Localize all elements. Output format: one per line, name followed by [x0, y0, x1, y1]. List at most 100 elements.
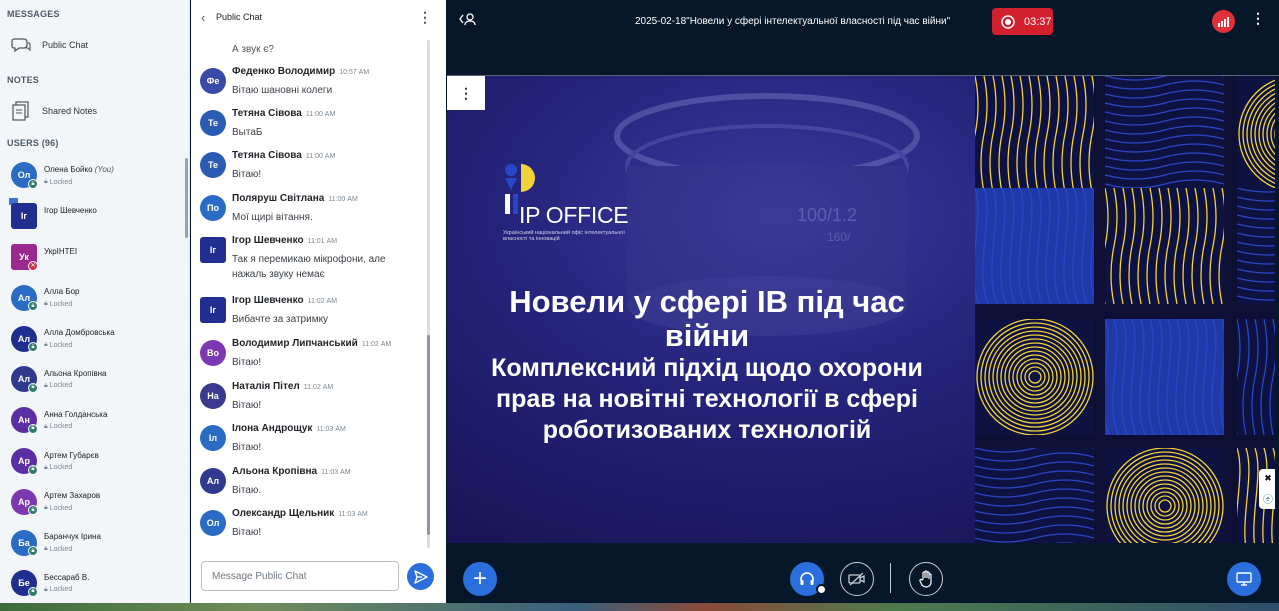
presentation-slide: 100/1.2 160/ IP OFFICE Український націо… — [447, 76, 1275, 543]
user-icon — [459, 13, 476, 26]
slide-text: Новели у сфері ІВ під час війни Комплекс… — [467, 285, 947, 446]
avatar: Те — [200, 110, 226, 136]
user-list-item[interactable]: Ал 🔒︎ Алла Домбровська 🔒︎ Locked — [0, 318, 184, 359]
side-widget[interactable]: ✖ ⓔ — [1259, 469, 1275, 509]
user-name: Анна Голданська — [44, 409, 108, 419]
lock-icon: 🔒︎ — [44, 300, 48, 308]
user-list-item[interactable]: Ал 🔒︎ Альона Кропівна 🔒︎ Locked — [0, 359, 184, 400]
locked-label: 🔒︎ Locked — [44, 504, 73, 512]
avatar: Іг — [200, 237, 226, 263]
user-list-item[interactable]: Ал 🔒︎ Алла Бор 🔒︎ Locked — [0, 277, 184, 318]
avatar: Те — [200, 152, 226, 178]
record-icon — [1001, 14, 1015, 29]
notes-section-title: NOTES — [7, 75, 40, 85]
user-list-item[interactable]: Бе 🔒︎ Бессараб В. 🔒︎ Locked — [0, 563, 184, 603]
connection-status-icon[interactable] — [1212, 10, 1235, 33]
message-text: Мої щирі вітання. — [232, 212, 313, 223]
message-text: Вітаю шановні колеги — [232, 85, 333, 96]
message-text: Вітаю! — [232, 442, 262, 453]
locked-status-icon: 🔒︎ — [28, 505, 38, 516]
locked-status-icon: 🔒︎ — [28, 586, 38, 597]
message-author: Ігор Шевченко 11:01 AM — [232, 235, 338, 246]
locked-status-icon: 🔒︎ — [28, 382, 38, 393]
message-text: Вітаю. — [232, 485, 262, 496]
avatar: Во — [200, 340, 226, 366]
slide-options-button[interactable]: ⋮ — [447, 76, 485, 110]
camera-button[interactable] — [840, 562, 874, 596]
info-icon[interactable]: ⓔ — [1263, 491, 1273, 506]
user-name: Баранчук Ірина — [44, 532, 101, 542]
message-author: Олександр Щельник 11:03 AM — [232, 508, 368, 519]
svg-text:100/1.2: 100/1.2 — [797, 205, 857, 225]
chat-icon — [10, 34, 32, 56]
locked-status-icon: 🔒︎ — [28, 179, 38, 189]
chat-messages: А звук є? Фе Феденко Володимир 10:57 AM В… — [191, 38, 431, 548]
user-list-toggle[interactable] — [459, 12, 477, 29]
meeting-title: 2025-02-18"Новели у сфері інтелектуально… — [635, 16, 951, 27]
user-name: Артем Захаров — [44, 491, 101, 501]
chat-title: Public Chat — [216, 12, 263, 22]
chevron-left-icon[interactable]: ‹ — [201, 10, 205, 25]
user-name: Олена Бойко (You) — [44, 165, 114, 174]
send-button[interactable] — [407, 563, 434, 590]
audio-settings-dot[interactable] — [816, 584, 827, 595]
sidebar-scrollbar[interactable] — [185, 158, 188, 238]
lock-icon: 🔒︎ — [44, 381, 48, 389]
locked-label: 🔒︎ Locked — [44, 545, 73, 553]
pattern-tiles — [975, 76, 1275, 543]
notes-icon — [10, 100, 32, 122]
pattern-tile — [1105, 76, 1224, 192]
user-list-item[interactable]: Ук ✕ УкрІНТЕІ — [0, 237, 184, 278]
user-list-item[interactable]: Ан 🔒︎ Анна Голданська 🔒︎ Locked — [0, 400, 184, 441]
user-list-item[interactable]: Ол 🔒︎ Олена Бойко (You) 🔒︎ Locked — [0, 155, 184, 196]
message-time: 11:02 AM — [303, 384, 334, 391]
message-author: Ілона Андрощук 11:03 AM — [232, 423, 346, 434]
actions-plus-button[interactable]: + — [463, 562, 497, 596]
locked-label: 🔒︎ Locked — [44, 422, 73, 431]
message-author: Поляруш Світлана 11:00 AM — [232, 193, 358, 204]
pattern-tile — [1237, 76, 1275, 192]
faded-message: А звук є? — [232, 44, 274, 55]
locked-label: 🔒︎ Locked — [44, 585, 73, 594]
pattern-tile — [1105, 448, 1224, 543]
user-list-item[interactable]: Ар 🔒︎ Артем Захаров 🔒︎ Locked — [0, 481, 184, 522]
locked-status-icon: 🔒︎ — [28, 342, 38, 353]
message-text: Так я перемикаю мікрофони, але нажаль зв… — [232, 254, 386, 280]
user-name: УкрІНТЕІ — [44, 246, 78, 256]
recording-indicator[interactable]: 03:37 — [992, 8, 1053, 35]
avatar: Іг — [200, 297, 226, 323]
message-time: 11:02 AM — [361, 341, 392, 348]
pattern-tile — [1105, 319, 1224, 435]
raise-hand-button[interactable] — [909, 562, 943, 596]
user-list-item[interactable]: Іг Ігор Шевченко — [0, 196, 184, 237]
locked-status-icon: 🔒︎ — [28, 546, 38, 557]
user-name: Алла Бор — [44, 287, 80, 297]
logo-text: IP OFFICE — [519, 202, 629, 228]
user-list-item[interactable]: Ар 🔒︎ Артем Губарєв 🔒︎ Locked — [0, 441, 184, 482]
chat-scrollbar[interactable] — [427, 335, 430, 535]
os-taskbar — [0, 603, 1279, 611]
user-name: Альона Кропівна — [44, 368, 107, 378]
shared-notes-nav-item[interactable]: Shared Notes — [10, 100, 97, 122]
lock-icon: 🔒︎ — [44, 463, 48, 471]
camera-off-icon — [848, 572, 865, 586]
close-icon[interactable]: ✖ — [1264, 473, 1272, 484]
public-chat-nav-item[interactable]: Public Chat — [10, 34, 88, 56]
message-author: Наталія Пітел 11:02 AM — [232, 381, 334, 392]
chat-message-input[interactable]: Message Public Chat — [201, 561, 399, 591]
avatar: Іг — [11, 203, 37, 230]
users-section-title: USERS (96) — [7, 138, 59, 148]
message-text: Вітаю! — [232, 357, 262, 368]
lock-icon: 🔒︎ — [44, 422, 48, 430]
avatar: Іл — [200, 425, 226, 451]
presentation-button[interactable] — [1227, 562, 1261, 596]
user-list-item[interactable]: Ба 🔒︎ Баранчук Ірина 🔒︎ Locked — [0, 522, 184, 563]
chat-options-icon[interactable]: ⋮ — [418, 9, 432, 26]
pattern-tile — [975, 448, 1094, 543]
message-time: 11:03 AM — [321, 469, 351, 476]
lock-icon: 🔒︎ — [44, 178, 48, 185]
locked-label: 🔒︎ Locked — [44, 381, 73, 390]
options-menu-icon[interactable]: ⋮ — [1251, 10, 1265, 27]
locked-status-icon: 🔒︎ — [28, 464, 38, 475]
message-time: 11:02 AM — [307, 298, 338, 305]
